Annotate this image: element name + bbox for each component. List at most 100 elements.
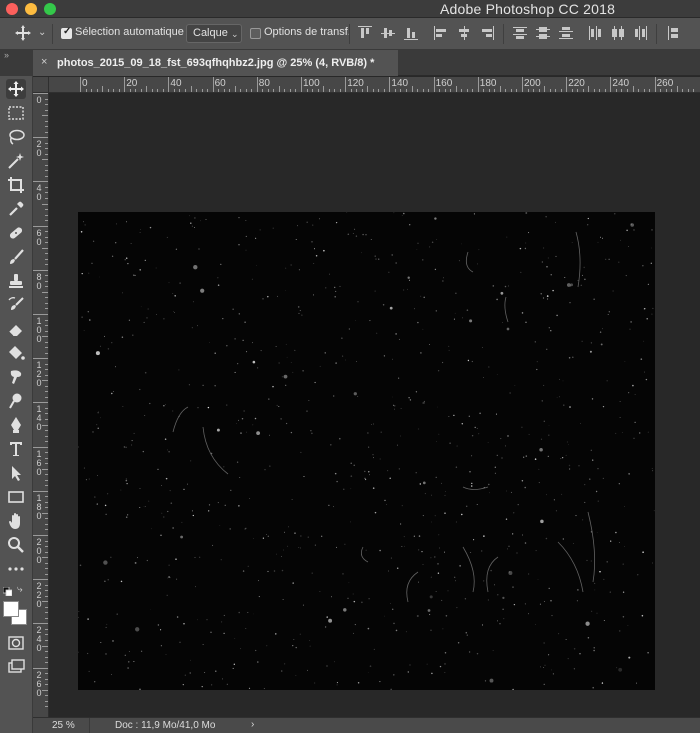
ruler-tick — [45, 590, 48, 592]
distribute-right-icon[interactable] — [634, 26, 648, 40]
ruler-tick — [157, 89, 159, 92]
rectangle-icon[interactable] — [6, 487, 26, 507]
auto-select-target-dropdown[interactable]: Calque ⌄ — [186, 24, 242, 43]
move-icon[interactable] — [6, 79, 26, 99]
ruler-tick — [33, 623, 48, 625]
type-icon[interactable] — [6, 439, 26, 459]
ruler-tick — [682, 89, 684, 92]
ruler-label: 40 — [170, 78, 182, 89]
transform-options-checkbox[interactable] — [250, 28, 261, 39]
align-right-icon[interactable] — [480, 26, 494, 40]
align-left-icon[interactable] — [434, 26, 448, 40]
ruler-label: 60 — [36, 227, 42, 247]
ruler-tick — [124, 77, 126, 92]
align-horizontal-center-icon[interactable] — [457, 26, 471, 40]
ruler-tick — [168, 77, 170, 92]
minimize-window-button[interactable] — [25, 3, 37, 15]
ruler-tick — [107, 89, 109, 92]
ruler-tick — [621, 89, 623, 92]
close-icon[interactable]: × — [41, 56, 47, 68]
ruler-label: 140 — [391, 78, 409, 89]
ruler-tick — [604, 89, 606, 92]
foreground-color-swatch[interactable] — [3, 601, 19, 617]
stamp-icon[interactable] — [6, 271, 26, 291]
zoom-icon[interactable] — [6, 535, 26, 555]
align-bottom-icon[interactable] — [404, 26, 418, 40]
lasso-icon[interactable] — [6, 127, 26, 147]
ruler-tick — [45, 186, 48, 188]
distribute-top-icon[interactable] — [513, 26, 527, 40]
collapse-toolbar-icon[interactable]: ›› — [4, 50, 9, 60]
horizontal-ruler[interactable]: 0 20 40 60 80 100 120 140 160 180 200 220 240 260 — [49, 77, 700, 93]
ruler-tick — [45, 407, 48, 409]
smudge-icon[interactable] — [6, 367, 26, 387]
document-canvas-area[interactable] — [49, 93, 700, 717]
move-tool-preset-icon[interactable] — [14, 24, 32, 42]
more-tools-icon[interactable] — [6, 559, 26, 579]
eyedropper-icon[interactable] — [6, 199, 26, 219]
ruler-tick — [45, 391, 48, 393]
ruler-tick — [45, 175, 48, 177]
distribute-bottom-icon[interactable] — [559, 26, 573, 40]
ruler-tick — [45, 628, 48, 630]
marquee-icon[interactable] — [6, 103, 26, 123]
ruler-tick — [45, 231, 48, 233]
ruler-tick — [207, 89, 209, 92]
ruler-tick — [45, 584, 48, 586]
ruler-tick — [45, 120, 48, 122]
ruler-tick — [45, 651, 48, 653]
history-brush-icon[interactable] — [6, 295, 26, 315]
distribute-vertical-center-icon[interactable] — [536, 26, 550, 40]
align-vertical-center-icon[interactable] — [381, 26, 395, 40]
default-colors-icon[interactable] — [2, 586, 13, 597]
ruler-tick — [91, 89, 93, 92]
ruler-tick — [240, 89, 242, 92]
hand-icon[interactable] — [6, 511, 26, 531]
quick-mask-icon[interactable] — [6, 633, 26, 653]
pen-icon[interactable] — [6, 415, 26, 435]
ruler-tick — [494, 89, 496, 92]
ruler-tick — [45, 479, 48, 481]
ruler-tick — [45, 258, 48, 260]
path-select-icon[interactable] — [6, 463, 26, 483]
ruler-tick — [196, 89, 198, 92]
ruler-tick — [323, 86, 325, 92]
close-window-button[interactable] — [6, 3, 18, 15]
crop-icon[interactable] — [6, 175, 26, 195]
magic-wand-icon[interactable] — [6, 151, 26, 171]
healing-brush-icon[interactable] — [6, 223, 26, 243]
distribute-horizontal-center-icon[interactable] — [611, 26, 625, 40]
ruler-tick — [378, 89, 380, 92]
paint-bucket-icon[interactable] — [6, 343, 26, 363]
ruler-origin[interactable] — [33, 77, 49, 93]
ruler-tick — [278, 86, 280, 92]
screen-mode-icon[interactable] — [6, 657, 26, 677]
brush-icon[interactable] — [6, 247, 26, 267]
distribute-left-icon[interactable] — [588, 26, 602, 40]
swap-colors-icon[interactable]: ⤷ — [17, 584, 23, 595]
zoom-window-button[interactable] — [44, 3, 56, 15]
ruler-tick — [571, 89, 573, 92]
zoom-level[interactable]: 25 % — [52, 720, 75, 731]
vertical-ruler[interactable]: 0 20 40 60 80 100 120 140 160 180 200 220 240 260 — [33, 93, 49, 717]
document-image[interactable] — [78, 212, 655, 690]
ruler-tick — [162, 89, 164, 92]
document-tab[interactable]: × photos_2015_09_18_fst_693qfhqhbz2.jpg … — [33, 50, 398, 76]
ruler-tick — [42, 291, 48, 293]
align-top-icon[interactable] — [358, 26, 372, 40]
ruler-tick — [444, 89, 446, 92]
chevron-down-icon[interactable]: ⌄ — [38, 27, 46, 38]
status-menu-arrow-icon[interactable]: › — [251, 719, 254, 730]
ruler-tick — [45, 540, 48, 542]
status-separator — [89, 718, 90, 733]
auto-align-icon[interactable] — [666, 26, 680, 40]
ruler-label: 180 — [36, 492, 42, 521]
ruler-tick — [256, 77, 258, 92]
auto-select-checkbox[interactable] — [61, 26, 72, 39]
eraser-icon[interactable] — [6, 319, 26, 339]
ruler-tick — [135, 89, 137, 92]
tools-panel: ⤷ — [0, 76, 33, 733]
ruler-tick — [372, 89, 374, 92]
dodge-icon[interactable] — [6, 391, 26, 411]
ruler-tick — [284, 89, 286, 92]
